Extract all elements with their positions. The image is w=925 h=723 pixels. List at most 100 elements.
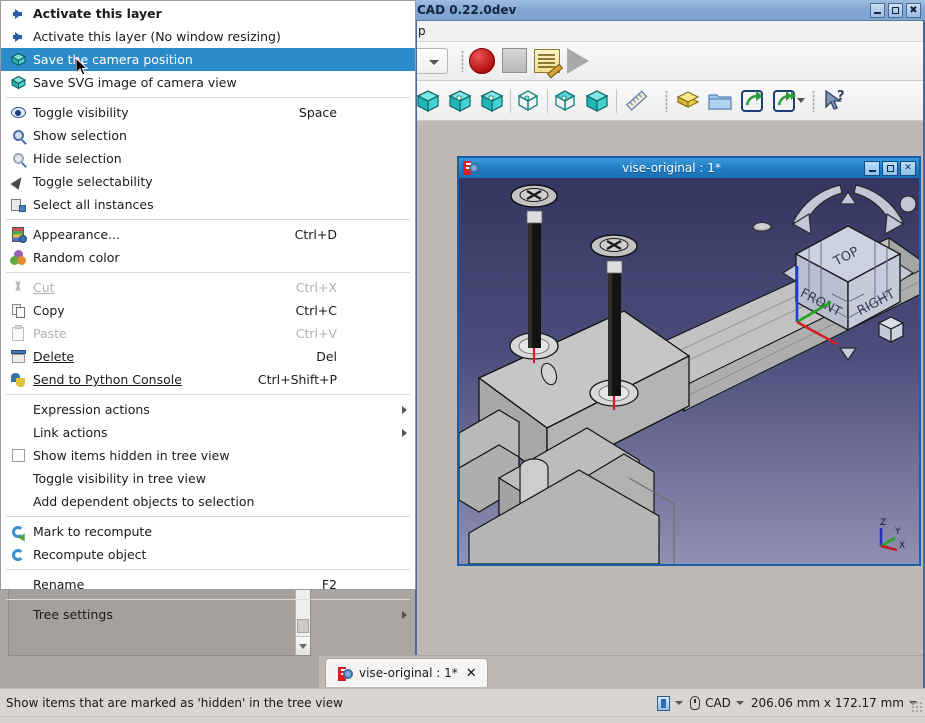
mdi-close-button[interactable]: ✕: [900, 160, 916, 176]
cube-teal-icon: [585, 90, 609, 113]
menu-item-tree-settings[interactable]: Tree settings: [1, 603, 415, 626]
menu-item-send-to-python-console[interactable]: Send to Python Console Ctrl+Shift+P: [1, 368, 415, 391]
chevron-down-icon[interactable]: [735, 701, 744, 705]
open-folder-button[interactable]: [707, 90, 733, 112]
eye-icon: [9, 104, 27, 122]
menu-item-activate-this-layer-no-resize[interactable]: Activate this layer (No window resizing): [1, 25, 415, 48]
toolbar-divider: [510, 89, 511, 113]
close-button[interactable]: ✖: [906, 3, 921, 18]
menu-item-expression-actions[interactable]: Expression actions: [1, 398, 415, 421]
menu-item-link-actions[interactable]: Link actions: [1, 421, 415, 444]
menu-item-activate-this-layer[interactable]: Activate this layer: [1, 2, 415, 25]
menu-item-save-svg-image-of-camera-view[interactable]: Save SVG image of camera view: [1, 71, 415, 94]
box-solid-button[interactable]: [584, 88, 610, 114]
menu-item-copy[interactable]: Copy Ctrl+C: [1, 299, 415, 322]
record-icon: [469, 48, 495, 74]
menu-separator: [6, 272, 410, 273]
folder-icon: [708, 94, 732, 110]
workbench-stack-button[interactable]: [675, 89, 701, 113]
menu-item-toggle-visibility-in-tree-view[interactable]: Toggle visibility in tree view: [1, 467, 415, 490]
macro-edit-button[interactable]: [534, 49, 562, 77]
dimensions-widget[interactable]: 206.06 mm x 172.17 mm: [751, 696, 917, 710]
menu-item-appearance[interactable]: Appearance... Ctrl+D: [1, 223, 415, 246]
menu-item-save-the-camera-position[interactable]: Save the camera position: [1, 48, 415, 71]
camera-cube-icon: [9, 74, 27, 92]
toolbar-divider: [547, 89, 548, 113]
menu-item-recompute-object[interactable]: Recompute object: [1, 543, 415, 566]
toolbar-separator[interactable]: [812, 90, 815, 112]
mdi-window-titlebar[interactable]: vise-original : 1* ✕: [459, 158, 919, 178]
camera-cube-icon: [9, 51, 27, 69]
document-tab[interactable]: vise-original : 1* ✕: [325, 658, 488, 687]
app-root: CAD 0.22.0dev ✖ p ? vise-original: 1* ✕…: [0, 0, 925, 723]
status-message: Show items that are marked as 'hidden' i…: [6, 695, 343, 710]
create-group-button[interactable]: [447, 88, 473, 114]
mdi-minimize-button[interactable]: [864, 160, 880, 176]
tree-context-menu: Activate this layer Activate this layer …: [0, 0, 416, 622]
make-link-group-button[interactable]: [771, 88, 797, 114]
document-tabbar: vise-original : 1* ✕: [319, 655, 923, 688]
create-part-button[interactable]: [415, 88, 441, 114]
menu-item-toggle-visibility[interactable]: Toggle visibility Space: [1, 101, 415, 124]
chevron-down-icon[interactable]: [797, 98, 805, 103]
toolbar-separator[interactable]: [665, 90, 668, 112]
mark-recompute-icon: [9, 523, 27, 541]
menu-item-mark-to-recompute[interactable]: Mark to recompute: [1, 520, 415, 543]
menu-item-label: Delete: [33, 349, 75, 364]
menu-item-label: Add dependent objects to selection: [33, 494, 255, 509]
menu-item-label: Copy: [33, 303, 65, 318]
menu-separator: [6, 97, 410, 98]
tree-view-scroll-down-button[interactable]: [296, 636, 310, 655]
menu-item-label: Toggle selectability: [33, 174, 153, 189]
menu-item-hide-selection[interactable]: Hide selection: [1, 147, 415, 170]
link-arrow-icon: [741, 90, 763, 112]
macro-record-button[interactable]: [469, 48, 497, 76]
recompute-icon: [9, 546, 27, 564]
menu-item-add-dependent-objects-to-selection[interactable]: Add dependent objects to selection: [1, 490, 415, 513]
menu-separator: [6, 394, 410, 395]
menu-item-delete[interactable]: Delete Del: [1, 345, 415, 368]
main-window-titlebar[interactable]: CAD 0.22.0dev ✖: [415, 0, 925, 21]
macro-execute-button[interactable]: [567, 48, 595, 76]
mdi-maximize-button[interactable]: [882, 160, 898, 176]
menu-item-shortcut: Ctrl+D: [294, 227, 337, 242]
menu-item-show-selection[interactable]: Show selection: [1, 124, 415, 147]
cube-teal-icon: [480, 90, 504, 113]
navigation-mode-widget[interactable]: CAD: [690, 696, 744, 710]
svg-text:?: ?: [837, 89, 845, 104]
measure-button[interactable]: [624, 88, 650, 114]
menu-separator: [6, 516, 410, 517]
3d-viewport[interactable]: TOP FRONT RIGHT Z Y X: [459, 178, 919, 564]
camera-cube-glyph: [10, 75, 26, 90]
create-part-simple-button[interactable]: [479, 88, 505, 114]
camera-cube-glyph: [10, 52, 26, 67]
maximize-button[interactable]: [888, 3, 903, 18]
menu-item-label: Select all instances: [33, 197, 154, 212]
macro-stop-button[interactable]: [502, 48, 530, 76]
chevron-down-icon[interactable]: [675, 701, 684, 705]
mdi-window-title: vise-original : 1*: [622, 161, 721, 175]
main-menubar[interactable]: p: [417, 21, 923, 42]
menu-item-shortcut: Ctrl+C: [295, 303, 337, 318]
close-icon[interactable]: ✕: [466, 667, 477, 680]
toolbar-separator[interactable]: [461, 50, 464, 72]
make-link-button[interactable]: [739, 88, 765, 114]
menu-item-random-color[interactable]: Random color: [1, 246, 415, 269]
menu-item-toggle-selectability[interactable]: Toggle selectability: [1, 170, 415, 193]
ruler-icon: [626, 90, 648, 111]
minimize-button[interactable]: [870, 3, 885, 18]
box-wireframe-2-button[interactable]: [552, 88, 578, 114]
resize-grip[interactable]: [911, 701, 923, 713]
whats-this-button[interactable]: ?: [822, 88, 848, 114]
menu-item-rename[interactable]: Rename F2: [1, 573, 415, 596]
menu-item-show-items-hidden-in-tree-view[interactable]: Show items hidden in tree view: [1, 444, 415, 467]
menu-separator: [6, 219, 410, 220]
menu-separator: [6, 569, 410, 570]
menu-item-select-all-instances[interactable]: Select all instances: [1, 193, 415, 216]
menu-item-label: Save SVG image of camera view: [33, 75, 237, 90]
stop-icon: [502, 48, 527, 73]
navigation-style-widget[interactable]: [657, 695, 684, 711]
checkbox-icon[interactable]: [9, 447, 27, 465]
workbench-selector[interactable]: [417, 48, 448, 74]
box-wireframe-1-button[interactable]: [515, 88, 541, 114]
